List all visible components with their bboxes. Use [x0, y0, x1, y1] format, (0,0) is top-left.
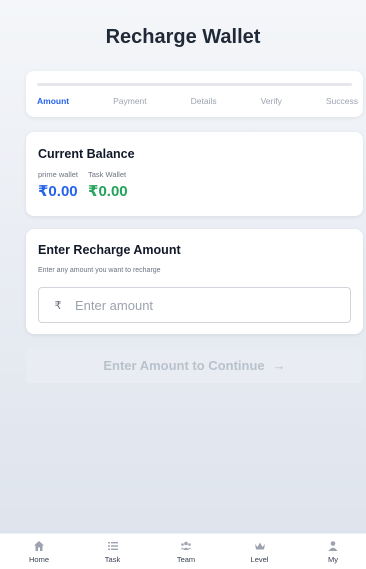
- nav-my[interactable]: My: [310, 540, 356, 564]
- nav-team-label: Team: [176, 554, 196, 564]
- progress-track: [37, 83, 352, 86]
- continue-button-label: Enter Amount to Continue: [103, 358, 265, 373]
- prime-wallet-value: ₹0.00: [38, 183, 78, 200]
- page-title: Recharge Wallet: [105, 26, 261, 48]
- step-verify: Verify: [260, 96, 282, 106]
- step-amount: Amount: [37, 96, 70, 106]
- balance-heading: Current Balance: [38, 147, 135, 161]
- nav-home[interactable]: Home: [16, 540, 62, 564]
- crown-icon: [254, 542, 265, 549]
- step-payment: Payment: [113, 96, 147, 106]
- prime-wallet: prime wallet ₹0.00: [38, 170, 78, 200]
- recharge-amount-card: Enter Recharge Amount Enter any amount y…: [26, 229, 363, 334]
- amount-input[interactable]: [71, 297, 331, 313]
- progress-stepper: Amount Payment Details Verify Success: [26, 71, 363, 117]
- task-wallet: Task Wallet ₹0.00: [88, 170, 128, 200]
- step-success: Success: [325, 96, 358, 106]
- nav-my-label: My: [328, 554, 338, 564]
- home-icon: [34, 540, 44, 551]
- step-details: Details: [190, 96, 217, 106]
- user-icon: [328, 540, 338, 551]
- task-wallet-label: Task Wallet: [88, 170, 127, 179]
- continue-button[interactable]: Enter Amount to Continue →: [26, 348, 363, 383]
- balance-card: Current Balance prime wallet ₹0.00 Task …: [26, 132, 363, 216]
- nav-team[interactable]: Team: [163, 540, 209, 564]
- nav-task[interactable]: Task: [90, 540, 136, 564]
- arrow-right-icon: →: [272, 358, 286, 373]
- bottom-nav: Home Task Team Level My: [0, 533, 366, 569]
- amount-field[interactable]: ₹: [38, 287, 351, 323]
- prime-wallet-label: prime wallet: [38, 170, 79, 179]
- rupee-icon: ₹: [54, 299, 62, 312]
- recharge-hint: Enter any amount you want to recharge: [38, 267, 161, 274]
- nav-level[interactable]: Level: [237, 540, 283, 564]
- nav-level-label: Level: [250, 554, 269, 564]
- step-labels: Amount Payment Details Verify Success: [37, 96, 358, 106]
- team-icon: [180, 541, 192, 550]
- nav-home-label: Home: [28, 554, 49, 564]
- list-icon: [107, 541, 118, 550]
- nav-task-label: Task: [104, 554, 121, 564]
- task-wallet-value: ₹0.00: [88, 183, 128, 200]
- recharge-heading: Enter Recharge Amount: [38, 243, 181, 257]
